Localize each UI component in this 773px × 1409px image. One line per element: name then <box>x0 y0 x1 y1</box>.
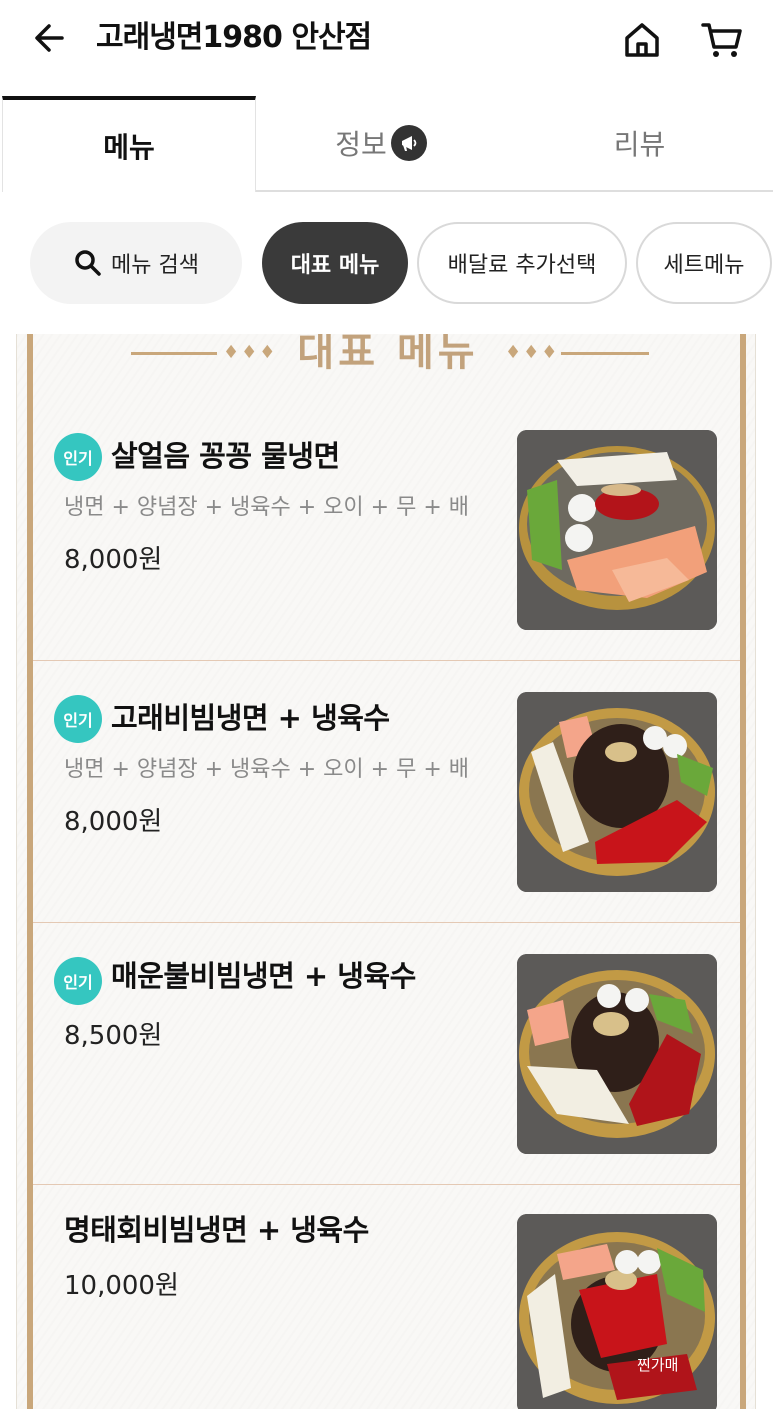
app-header: 고래냉면1980 안산점 <box>0 0 773 80</box>
tab-menu-label: 메뉴 <box>103 131 155 164</box>
frame-border-right <box>740 334 746 1409</box>
menu-item[interactable]: 명태회비빔냉면 + 냉육수 10,000원 찐가매 <box>33 1184 740 1409</box>
store-title: 고래냉면1980 안산점 <box>96 20 372 55</box>
menu-item-price: 8,000원 <box>64 807 163 837</box>
category-chips: 메뉴 검색 대표 메뉴 배달료 추가선택 세트메뉴 <box>0 218 773 308</box>
chip-delivery-fee-option[interactable]: 배달료 추가선택 <box>417 222 627 304</box>
menu-item[interactable]: 인기 고래비빔냉면 + 냉육수 냉면 + 양념장 + 냉육수 + 오이 + 무 … <box>33 660 740 922</box>
menu-item-name: 매운불비빔냉면 + 냉육수 <box>111 959 416 993</box>
chip-set-menu[interactable]: 세트메뉴 <box>636 222 772 304</box>
menu-item-name: 고래비빔냉면 + 냉육수 <box>111 701 390 735</box>
decor-diamonds-right: ♦♦♦ <box>505 342 560 363</box>
menu-item-description: 냉면 + 양념장 + 냉육수 + 오이 + 무 + 배 <box>64 757 469 782</box>
back-button[interactable] <box>30 18 70 58</box>
tab-info[interactable]: 정보 <box>256 96 506 192</box>
tab-info-label: 정보 <box>335 128 387 161</box>
store-tabs: 메뉴 정보 리뷰 <box>0 96 773 192</box>
tab-review[interactable]: 리뷰 <box>506 96 773 192</box>
popular-badge: 인기 <box>54 433 102 481</box>
search-icon <box>75 250 101 276</box>
menu-item[interactable]: 인기 살얼음 꽁꽁 물냉면 냉면 + 양념장 + 냉육수 + 오이 + 무 + … <box>33 398 740 660</box>
menu-item[interactable]: 인기 매운불비빔냉면 + 냉육수 8,500원 <box>33 922 740 1184</box>
menu-item-description: 냉면 + 양념장 + 냉육수 + 오이 + 무 + 배 <box>64 495 469 520</box>
decor-line-right <box>561 352 649 355</box>
menu-search-button[interactable]: 메뉴 검색 <box>30 222 242 304</box>
popular-badge: 인기 <box>54 695 102 743</box>
decor-line-left <box>131 352 217 355</box>
tab-menu[interactable]: 메뉴 <box>2 96 256 192</box>
section-header: ♦♦♦ 대표 메뉴 ♦♦♦ <box>17 334 755 390</box>
home-button[interactable] <box>620 18 664 62</box>
menu-item-name: 명태회비빔냉면 + 냉육수 <box>64 1213 369 1247</box>
menu-item-photo <box>517 692 717 892</box>
section-title: 대표 메뉴 <box>297 334 479 375</box>
popular-badge: 인기 <box>54 957 102 1005</box>
decor-diamonds-left: ♦♦♦ <box>223 342 278 363</box>
back-arrow-icon <box>35 24 64 52</box>
cart-icon <box>701 23 742 57</box>
menu-list: ♦♦♦ 대표 메뉴 ♦♦♦ 인기 살얼음 꽁꽁 물냉면 냉면 + 양념장 + 냉… <box>16 334 756 1409</box>
home-icon <box>625 23 659 57</box>
menu-item-price: 8,500원 <box>64 1021 163 1051</box>
menu-search-label: 메뉴 검색 <box>111 253 199 278</box>
photo-watermark: 찐가매 <box>637 1356 679 1374</box>
menu-item-price: 10,000원 <box>64 1271 179 1301</box>
tab-review-label: 리뷰 <box>613 128 666 161</box>
chip-representative-menu[interactable]: 대표 메뉴 <box>262 222 408 304</box>
menu-item-photo <box>517 430 717 630</box>
megaphone-icon <box>390 125 427 161</box>
cart-button[interactable] <box>700 18 744 62</box>
menu-item-name: 살얼음 꽁꽁 물냉면 <box>111 439 340 473</box>
menu-item-photo: 찐가매 <box>517 1214 717 1409</box>
menu-item-photo <box>517 954 717 1154</box>
menu-item-price: 8,000원 <box>64 545 163 575</box>
